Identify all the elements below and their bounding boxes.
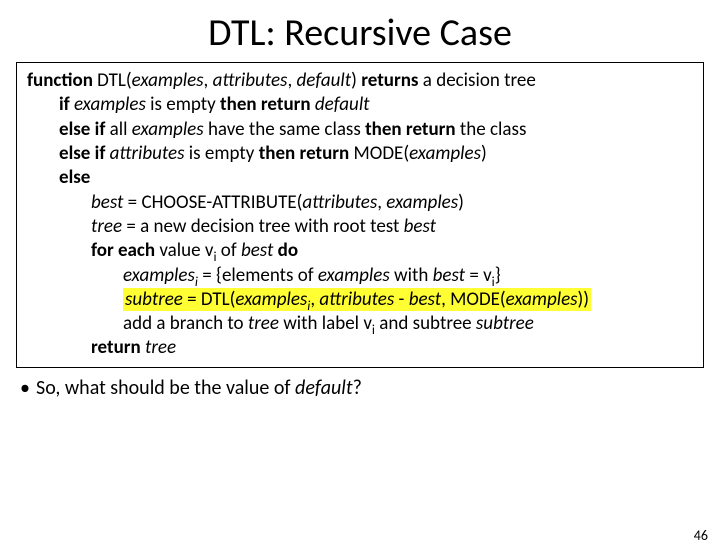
algo-line-3: else if attributes is empty then return …	[27, 142, 693, 166]
var: best	[409, 288, 441, 311]
t: ,	[204, 69, 213, 92]
var: tree	[145, 336, 176, 359]
kw: else if	[59, 118, 110, 141]
arg: default	[297, 69, 352, 92]
arg: examples	[132, 118, 204, 141]
t: DTL(	[93, 69, 132, 92]
algo-line-4: else	[27, 166, 693, 190]
t: is empty	[146, 93, 220, 116]
bullet-text-a: So, what should be the value of	[36, 376, 295, 400]
t: = {elements of	[198, 264, 318, 287]
var: examples	[123, 264, 195, 287]
var: subtree	[125, 288, 183, 311]
t: ,	[287, 69, 296, 92]
t: MODE(	[354, 142, 410, 165]
t: = CHOOSE-ATTRIBUTE(	[123, 191, 302, 214]
t: and subtree	[375, 312, 476, 335]
algo-line-10: add a branch to tree with label vi and s…	[27, 312, 693, 336]
arg: examples	[386, 191, 458, 214]
t: have the same class	[204, 118, 365, 141]
t: = a new decision tree with root test	[122, 215, 404, 238]
kw: if	[59, 93, 74, 116]
algo-line-6: tree = a new decision tree with root tes…	[27, 215, 693, 239]
algo-line-2: else if all examples have the same class…	[27, 118, 693, 142]
algorithm-box: function DTL(examples, attributes, defau…	[16, 62, 704, 368]
algo-line-8: examplesi = {elements of examples with b…	[27, 264, 693, 288]
arg: examples	[506, 288, 578, 311]
t: with label v	[279, 312, 372, 335]
t: , MODE(	[441, 288, 506, 311]
t: value v	[159, 239, 213, 262]
t: ))	[578, 288, 590, 311]
var: best	[241, 239, 278, 262]
t: )	[458, 191, 464, 214]
t: the class	[460, 118, 526, 141]
bullet-dot: •	[20, 376, 36, 400]
t: of	[217, 239, 241, 262]
t: = v	[465, 264, 492, 287]
arg: attributes	[213, 69, 288, 92]
kw: then return	[220, 93, 315, 116]
kw: then return	[259, 142, 354, 165]
t: all	[110, 118, 132, 141]
var: best	[433, 264, 465, 287]
t: a decision tree	[419, 69, 536, 92]
highlight: subtree = DTL(examplesi, attributes - be…	[123, 288, 591, 311]
arg: default	[315, 93, 370, 116]
algo-line-7: for each value vi of best do	[27, 239, 693, 263]
arg: attributes	[319, 288, 394, 311]
bullet-line: •So, what should be the value of default…	[20, 376, 704, 400]
kw: then return	[365, 118, 460, 141]
algo-line-1: if examples is empty then return default	[27, 93, 693, 117]
kw: else	[59, 166, 90, 189]
bullet-text-c: ?	[353, 376, 362, 400]
algo-line-5: best = CHOOSE-ATTRIBUTE(attributes, exam…	[27, 191, 693, 215]
t: )	[351, 69, 361, 92]
kw: function	[27, 69, 93, 92]
t: with	[390, 264, 433, 287]
kw: else if	[59, 142, 110, 165]
slide: DTL: Recursive Case function DTL(example…	[0, 10, 720, 540]
page-number: 46	[694, 527, 708, 540]
arg: examples	[74, 93, 146, 116]
slide-title: DTL: Recursive Case	[0, 10, 720, 56]
bullet-text-b: default	[295, 376, 353, 400]
var: best	[404, 215, 436, 238]
algo-line-11: return tree	[27, 336, 693, 360]
arg: attributes	[110, 142, 185, 165]
kw: returns	[361, 69, 418, 92]
kw: do	[278, 239, 298, 262]
t: is empty	[185, 142, 259, 165]
t: ,	[377, 191, 386, 214]
t: }	[495, 264, 501, 287]
var: best	[91, 191, 123, 214]
arg: examples	[409, 142, 481, 165]
t: = DTL(	[183, 288, 236, 311]
t: add a branch to	[123, 312, 248, 335]
algo-line-9-highlight: subtree = DTL(examplesi, attributes - be…	[27, 288, 693, 312]
t: -	[394, 288, 408, 311]
algo-line-0: function DTL(examples, attributes, defau…	[27, 69, 693, 93]
arg: examples	[318, 264, 390, 287]
t: )	[481, 142, 487, 165]
arg: examples	[235, 288, 307, 311]
kw: return	[91, 336, 145, 359]
arg: attributes	[302, 191, 377, 214]
kw: for each	[91, 239, 159, 262]
var: tree	[248, 312, 279, 335]
arg: examples	[132, 69, 204, 92]
var: tree	[91, 215, 122, 238]
var: subtree	[476, 312, 534, 335]
